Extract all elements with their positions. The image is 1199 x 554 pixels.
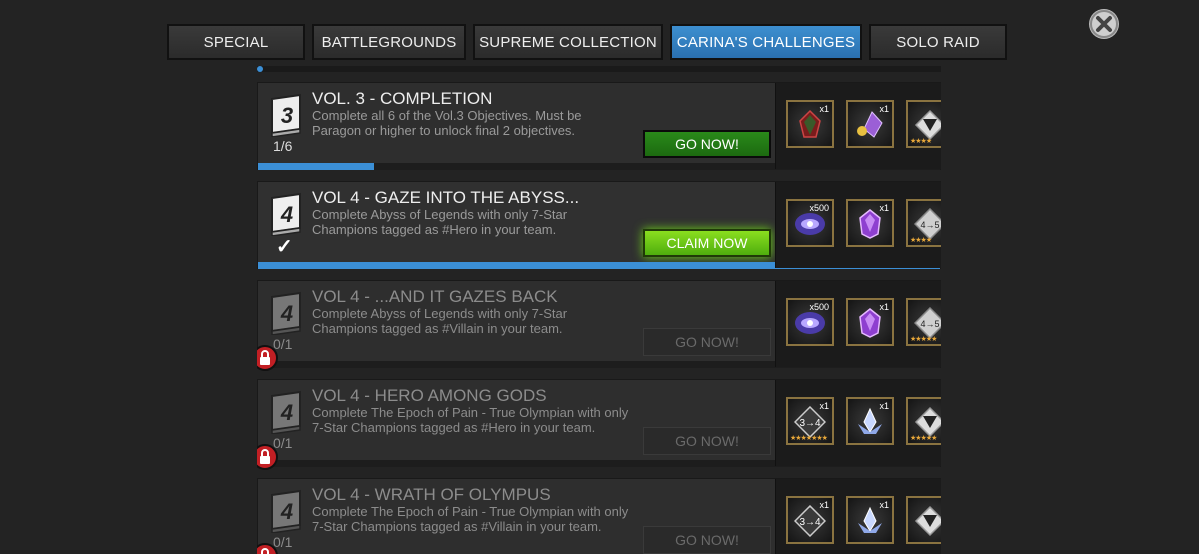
reward-item[interactable]: x xyxy=(906,496,941,544)
reward-quantity: x1 xyxy=(819,401,829,411)
challenge-description: Complete Abyss of Legends with only 7-St… xyxy=(312,306,568,336)
tab-label: SOLO RAID xyxy=(896,33,980,51)
reward-item[interactable]: x1 xyxy=(786,100,834,148)
challenge-row: 4 0/1 VOL 4 - WRATH OF OLYMPUS Complete Th… xyxy=(257,478,941,554)
challenge-row: 3 1/6 VOL. 3 - COMPLETION Complete all 6 o… xyxy=(257,82,941,170)
reward-quantity: x1 xyxy=(879,500,889,510)
tab-battlegrounds[interactable]: BATTLEGROUNDS xyxy=(312,24,466,60)
book-number: 3 xyxy=(281,103,293,128)
reward-stars: ★★★★ xyxy=(910,237,932,244)
reward-quantity: x500 xyxy=(809,302,829,312)
reward-quantity: x500 xyxy=(809,203,829,213)
book-number: 4 xyxy=(280,301,293,326)
challenge-description: Complete all 6 of the Vol.3 Objectives. … xyxy=(312,108,582,138)
reward-item[interactable]: 4→5 ★★★★ xyxy=(906,199,941,247)
challenge-list[interactable]: 3 1/6 VOL. 3 - COMPLETION Complete all 6 o… xyxy=(257,82,941,554)
champion-token-icon xyxy=(914,505,941,537)
rewards-panel[interactable]: x500 x1 4→5 ★★★★ xyxy=(775,182,941,268)
tab-label: SPECIAL xyxy=(203,33,269,51)
reward-item[interactable]: 3→4 x1 xyxy=(786,496,834,544)
challenge-title: VOL. 3 - COMPLETION xyxy=(312,89,493,108)
reward-item[interactable]: ★★★★★ xyxy=(906,397,941,445)
challenge-description: Complete The Epoch of Pain - True Olympi… xyxy=(312,504,629,534)
reward-stars: ★★★★★ xyxy=(910,435,937,442)
rewards-panel[interactable]: x500 x1 4→5 ★★★★★ xyxy=(775,281,941,367)
reward-item[interactable]: x1 xyxy=(846,100,894,148)
lock-icon xyxy=(257,444,278,470)
checkmark-icon: ✓ xyxy=(276,236,293,258)
book-number: 4 xyxy=(280,499,293,524)
tab-label: BATTLEGROUNDS xyxy=(321,33,457,51)
challenge-description: Complete The Epoch of Pain - True Olympi… xyxy=(312,405,629,435)
reward-quantity: x1 xyxy=(879,401,889,411)
go-now-button[interactable]: GO NOW! xyxy=(643,328,771,356)
lock-icon xyxy=(257,345,278,371)
rewards-panel[interactable]: 3→4 x1 ★★★★★★★ x1 ★★★★★ xyxy=(775,380,941,466)
book-icon: 4 xyxy=(271,192,301,236)
svg-text:3→4: 3→4 xyxy=(799,517,821,528)
book-icon: 4 xyxy=(271,390,301,434)
challenge-row: 4 ✓ VOL 4 - GAZE INTO THE ABYSS... Complet… xyxy=(257,181,941,269)
challenge-description: Complete Abyss of Legends with only 7-St… xyxy=(312,207,568,237)
tab-solo-raid[interactable]: SOLO RAID xyxy=(869,24,1007,60)
book-icon: 4 xyxy=(271,291,301,335)
reward-quantity: x1 xyxy=(879,203,889,213)
go-now-button[interactable]: GO NOW! xyxy=(643,526,771,554)
challenge-row: 4 0/1 VOL 4 - HERO AMONG GODS Complete The… xyxy=(257,379,941,470)
reward-stars: ★★★★★ xyxy=(910,336,937,343)
svg-text:4→5: 4→5 xyxy=(920,220,939,230)
reward-item[interactable]: ★★★★ xyxy=(906,100,941,148)
tab-carinas-challenges[interactable]: CARINA'S CHALLENGES xyxy=(670,24,862,60)
tab-label: CARINA'S CHALLENGES xyxy=(676,33,856,51)
challenge-title: VOL 4 - WRATH OF OLYMPUS xyxy=(312,485,551,504)
reward-stars: ★★★★★★★ xyxy=(790,435,828,442)
reward-item[interactable]: x1 xyxy=(846,397,894,445)
book-number: 4 xyxy=(280,400,293,425)
challenge-title: VOL 4 - ...AND IT GAZES BACK xyxy=(312,287,558,306)
svg-text:3→4: 3→4 xyxy=(799,418,821,429)
reward-item[interactable]: x1 xyxy=(846,496,894,544)
reward-item[interactable]: x1 xyxy=(846,298,894,346)
book-icon: 4 xyxy=(271,489,301,533)
reward-item[interactable]: x1 xyxy=(846,199,894,247)
reward-quantity: x1 xyxy=(879,302,889,312)
book-icon: 3 xyxy=(271,93,301,137)
book-number: 4 xyxy=(280,202,293,227)
challenge-title: VOL 4 - HERO AMONG GODS xyxy=(312,386,547,405)
tab-label: SUPREME COLLECTION xyxy=(479,33,657,51)
challenge-row: 4 0/1 VOL 4 - ...AND IT GAZES BACK Complet… xyxy=(257,280,941,371)
go-now-button[interactable]: GO NOW! xyxy=(643,427,771,455)
reward-quantity: x1 xyxy=(819,104,829,114)
progress-count: 1/6 xyxy=(273,138,293,154)
claim-now-button[interactable]: CLAIM NOW xyxy=(643,229,771,257)
rewards-panel[interactable]: x1 x1 ★★★★ xyxy=(775,83,941,169)
reward-quantity: x1 xyxy=(879,104,889,114)
scroll-indicator[interactable] xyxy=(257,66,941,72)
rewards-panel[interactable]: 3→4 x1 x1 x xyxy=(775,479,941,554)
svg-text:4→5: 4→5 xyxy=(920,319,939,329)
lock-icon xyxy=(257,543,278,554)
tab-special[interactable]: SPECIAL xyxy=(167,24,305,60)
reward-item[interactable]: x500 xyxy=(786,298,834,346)
reward-item[interactable]: 4→5 ★★★★★ xyxy=(906,298,941,346)
reward-item[interactable]: x500 xyxy=(786,199,834,247)
close-button[interactable] xyxy=(1089,9,1119,39)
go-now-button[interactable]: GO NOW! xyxy=(643,130,771,158)
reward-stars: ★★★★ xyxy=(910,138,932,145)
reward-item[interactable]: 3→4 x1 ★★★★★★★ xyxy=(786,397,834,445)
reward-quantity: x1 xyxy=(819,500,829,510)
challenge-title: VOL 4 - GAZE INTO THE ABYSS... xyxy=(312,188,580,207)
tab-bar: SPECIAL BATTLEGROUNDS SUPREME COLLECTION… xyxy=(167,24,1007,60)
close-icon xyxy=(1090,10,1118,38)
tab-supreme-collection[interactable]: SUPREME COLLECTION xyxy=(473,24,663,60)
